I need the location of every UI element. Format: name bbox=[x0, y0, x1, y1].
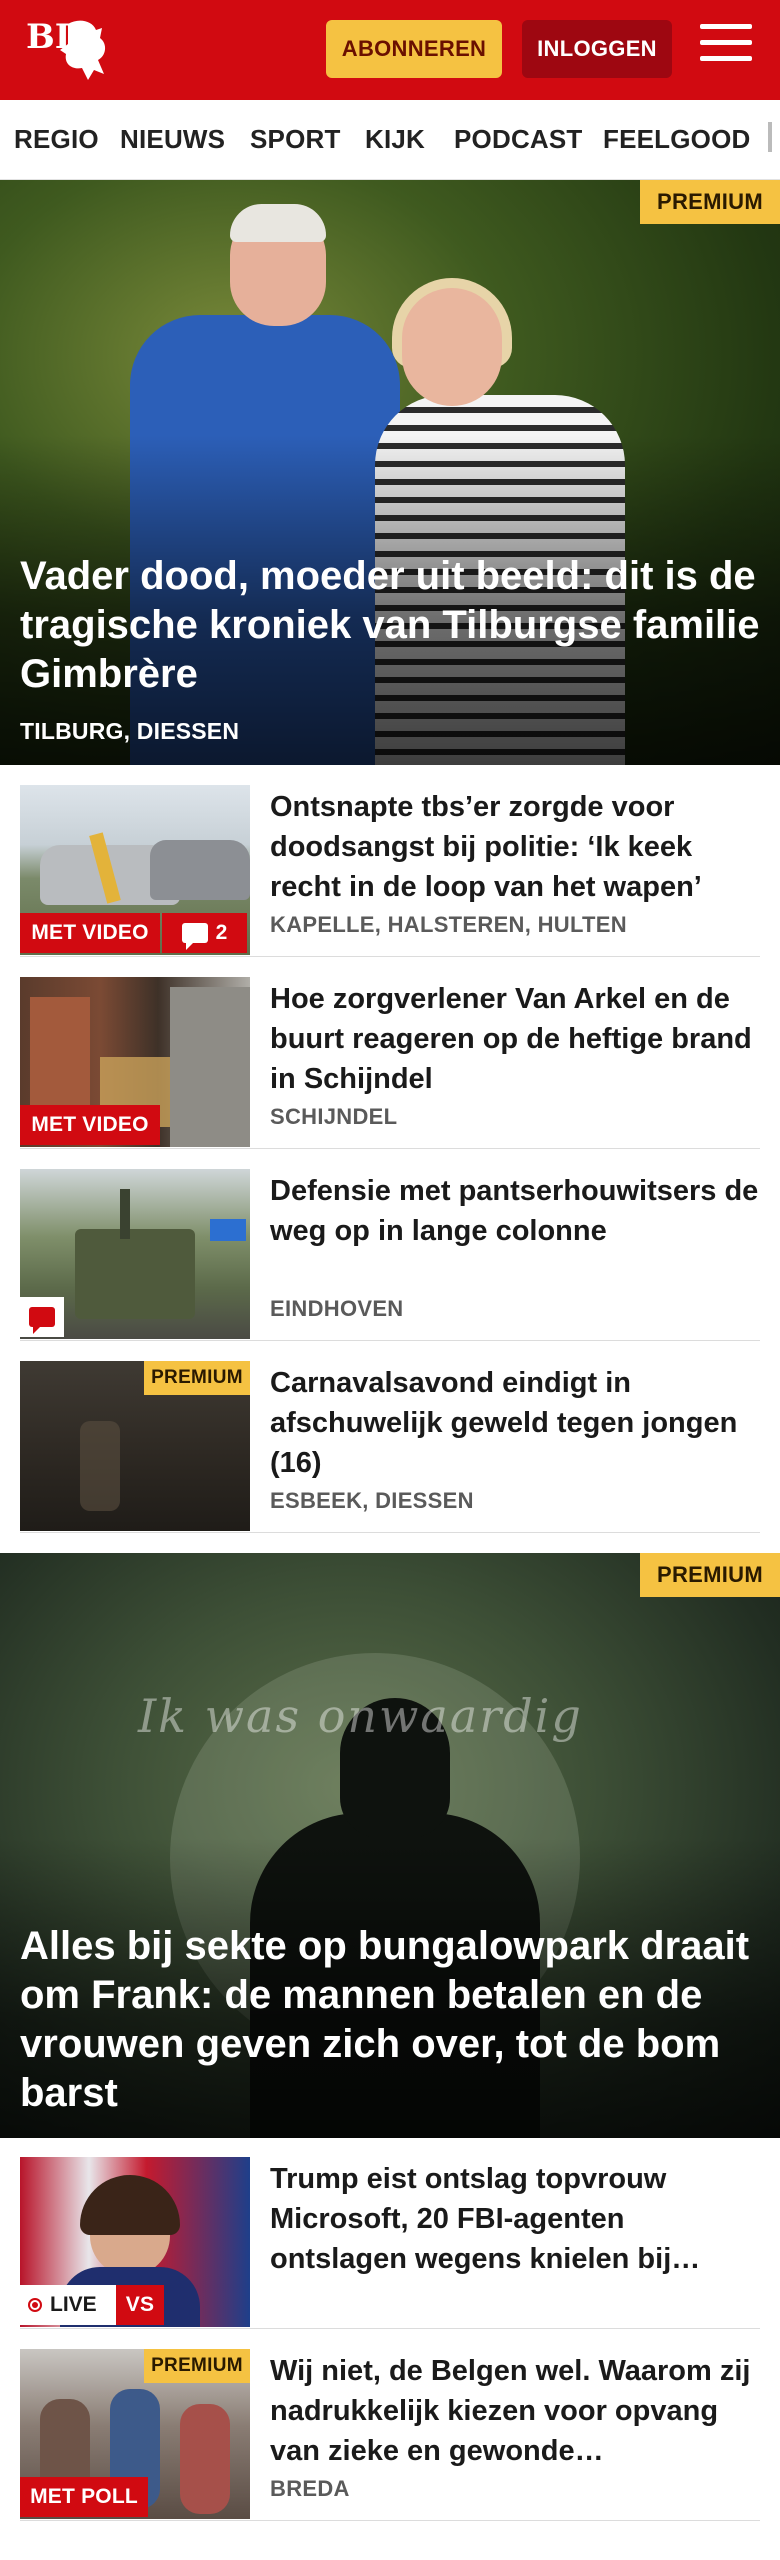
article-title[interactable]: Hoe zorgverlener Van Arkel en de buurt r… bbox=[270, 979, 760, 1099]
thumb-tank-barrel bbox=[120, 1189, 130, 1239]
video-badge: MET VIDEO bbox=[20, 913, 160, 953]
premium-badge: PREMIUM bbox=[640, 180, 780, 224]
article-title[interactable]: Ontsnapte tbs’er zorgde voor doodsangst … bbox=[270, 787, 760, 907]
article-location: BREDA bbox=[270, 2476, 350, 2501]
bd-logo[interactable]: BD bbox=[22, 14, 122, 86]
hero-image-woman-head bbox=[402, 288, 502, 406]
nav-item-podcast[interactable]: PODCAST bbox=[454, 124, 583, 155]
article-title[interactable]: Wij niet, de Belgen wel. Waarom zij nadr… bbox=[270, 2351, 760, 2471]
live-dot-icon bbox=[28, 2298, 42, 2312]
thumb-figure bbox=[80, 1421, 120, 1511]
hero-image-man-hair bbox=[230, 204, 326, 242]
list-item[interactable]: MET VIDEO 2 Ontsnapte tbs’er zorgde voor… bbox=[20, 785, 760, 957]
article-title[interactable]: Defensie met pantserhouwitsers de weg op… bbox=[270, 1171, 760, 1251]
nav-item-sport[interactable]: SPORT bbox=[250, 124, 341, 155]
thumb-building-wall bbox=[30, 997, 90, 1117]
article-location: ESBEEK, DIESSEN bbox=[270, 1488, 474, 1513]
feature-image-caption: Ik was onwaardig bbox=[138, 1689, 583, 1743]
nav-item-regio[interactable]: REGIO bbox=[14, 124, 99, 155]
nav-item-nieuws[interactable]: NIEUWS bbox=[120, 124, 225, 155]
article-location: EINDHOVEN bbox=[270, 1296, 404, 1321]
comments-badge[interactable] bbox=[20, 1297, 64, 1337]
comments-badge[interactable]: 2 bbox=[162, 913, 247, 953]
thumb-road-sign bbox=[210, 1219, 246, 1241]
list-item[interactable]: PREMIUM MET POLL Wij niet, de Belgen wel… bbox=[20, 2349, 760, 2521]
list-item[interactable]: MET VIDEO Hoe zorgverlener Van Arkel en … bbox=[20, 977, 760, 1149]
hero-title[interactable]: Vader dood, moeder uit beeld: dit is de … bbox=[20, 552, 765, 699]
nav-item-kijk[interactable]: KIJK bbox=[365, 124, 425, 155]
thumb-car-2 bbox=[150, 840, 250, 900]
premium-badge: PREMIUM bbox=[144, 2349, 250, 2383]
comment-icon bbox=[181, 923, 208, 950]
section-nav: REGIO NIEUWS SPORT KIJK PODCAST FEELGOOD bbox=[0, 100, 780, 180]
thumb-building-right bbox=[170, 987, 250, 1147]
hamburger-menu-icon[interactable] bbox=[700, 24, 752, 72]
hero-article[interactable]: PREMIUM Vader dood, moeder uit beeld: di… bbox=[0, 180, 780, 765]
hero-location: TILBURG, DIESSEN bbox=[20, 718, 240, 744]
top-bar: BD ABONNEREN INLOGGEN bbox=[0, 0, 780, 100]
feature-article[interactable]: Ik was onwaardig PREMIUM Alles bij sekte… bbox=[0, 1553, 780, 2138]
video-badge: MET VIDEO bbox=[20, 1105, 160, 1145]
list-item[interactable]: PREMIUM Carnavalsavond eindigt in afschu… bbox=[20, 1361, 760, 1533]
list-item[interactable]: LIVE VS Trump eist ontslag topvrouw Micr… bbox=[20, 2157, 760, 2329]
thumb-child-3 bbox=[180, 2404, 230, 2514]
nav-overflow-indicator bbox=[768, 122, 772, 152]
live-badge: LIVE bbox=[20, 2285, 116, 2325]
thumb-hair bbox=[80, 2175, 180, 2235]
login-button[interactable]: INLOGGEN bbox=[522, 20, 672, 78]
article-location: SCHIJNDEL bbox=[270, 1104, 398, 1129]
premium-badge: PREMIUM bbox=[640, 1553, 780, 1597]
article-title[interactable]: Carnavalsavond eindigt in afschuwelijk g… bbox=[270, 1363, 760, 1483]
nav-item-feelgood[interactable]: FEELGOOD bbox=[603, 124, 751, 155]
comment-count: 2 bbox=[215, 921, 228, 944]
poll-badge: MET POLL bbox=[20, 2477, 148, 2517]
thumb-tank bbox=[75, 1229, 195, 1319]
region-badge: VS bbox=[116, 2285, 164, 2325]
subscribe-button[interactable]: ABONNEREN bbox=[326, 20, 502, 78]
live-label: LIVE bbox=[50, 2293, 97, 2316]
premium-badge: PREMIUM bbox=[144, 1361, 250, 1395]
article-title[interactable]: Trump eist ontslag topvrouw Microsoft, 2… bbox=[270, 2159, 760, 2279]
comment-icon bbox=[29, 1307, 55, 1334]
feature-title[interactable]: Alles bij sekte op bungalowpark draait o… bbox=[20, 1922, 770, 2118]
list-item[interactable]: Defensie met pantserhouwitsers de weg op… bbox=[20, 1169, 760, 1341]
article-location: KAPELLE, HALSTEREN, HULTEN bbox=[270, 912, 627, 937]
